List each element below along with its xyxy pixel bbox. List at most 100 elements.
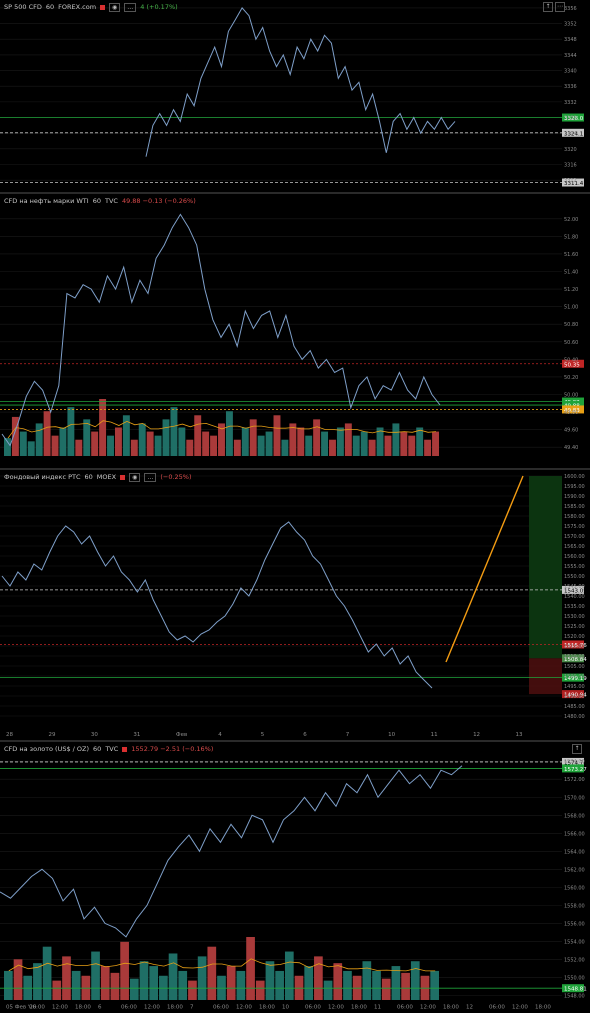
y-tick-label: 1525.00 [564, 624, 585, 630]
volume-bar [323, 980, 333, 1000]
volume-bar [99, 399, 107, 456]
gold-chart-panel[interactable]: 1574.74 1573.27 1548.81 1574.00 1572.00 1570.… [0, 742, 590, 1013]
x-tick-label: 11 [431, 732, 438, 738]
y-tick-label: 3344 [564, 53, 577, 59]
volume-bar [67, 407, 75, 456]
volume-bar [241, 427, 249, 456]
rts-interval[interactable]: 60 [85, 473, 93, 481]
rts-source: MOEX [96, 473, 117, 481]
more-icon[interactable]: … [144, 472, 157, 482]
y-tick-label: 51.40 [564, 270, 578, 276]
gold-panel-controls: ↑ [572, 744, 582, 754]
flag-icon[interactable] [100, 4, 106, 10]
y-tick-label: 3348 [564, 37, 577, 43]
volume-bar [275, 970, 284, 1000]
volume-bar [154, 435, 162, 456]
volume-bar [210, 435, 218, 456]
y-tick-label: 1600.00 [564, 474, 585, 480]
y-tick-label: 50.40 [564, 357, 578, 363]
volume-bar [392, 423, 400, 456]
x-tick-label: 4 [218, 732, 222, 738]
volume-bar [313, 419, 321, 456]
gold-interval[interactable]: 60 [93, 745, 101, 753]
x-tick-label: 12:00 [420, 1005, 436, 1011]
volume-bar [130, 439, 138, 456]
volume-bar [52, 980, 62, 1000]
volume-bar [4, 970, 13, 1000]
volume-bar [329, 439, 336, 456]
wti-interval[interactable]: 60 [93, 197, 101, 205]
volume-bar [368, 439, 376, 456]
y-tick-label: 1520.00 [564, 634, 585, 640]
wti-chart[interactable]: 50.3549.9249.8849.8352.0051.8051.6051.40… [0, 194, 590, 468]
wti-symbol[interactable]: CFD на нефть марки WTI [4, 197, 89, 205]
volume-bar [289, 423, 297, 456]
sp500-panel-controls: ↑ ⋯ [543, 2, 565, 12]
x-tick-label: 31 [133, 732, 140, 738]
volume-bar [62, 956, 71, 1000]
y-tick-label: 50.60 [564, 340, 578, 346]
rts-symbol[interactable]: Фондовый индекс РТС [4, 473, 81, 481]
volume-ma-line [8, 958, 436, 972]
x-tick-label: 06:00 [213, 1005, 229, 1011]
gold-chart[interactable]: 1574.741573.271548.811574.001572.001570.… [0, 742, 590, 1013]
y-tick-label: 3356 [564, 6, 577, 12]
x-tick-label: 7 [190, 1005, 194, 1011]
price-line [1, 521, 433, 689]
sp500-symbol[interactable]: SP 500 CFD [4, 3, 42, 11]
flag-icon[interactable] [122, 746, 128, 752]
y-tick-label: 1510.00 [564, 654, 585, 660]
x-tick-label: 13 [516, 732, 523, 738]
wti-chart-panel[interactable]: 50.3549.9249.8849.8352.0051.8051.6051.40… [0, 194, 590, 468]
y-tick-label: 1564.00 [564, 849, 585, 855]
y-tick-label: 1570.00 [564, 534, 585, 540]
volume-bar [27, 441, 35, 456]
y-tick-label: 51.00 [564, 305, 578, 311]
wti-header: CFD на нефть марки WTI 60 TVC 49.88 −0.1… [4, 196, 196, 206]
volume-bar [343, 970, 352, 1000]
x-tick-label: 06:00 [489, 1005, 505, 1011]
volume-bar [305, 435, 313, 456]
maximize-icon[interactable]: ↑ [572, 744, 582, 754]
volume-bar [297, 427, 305, 456]
y-tick-label: 1570.00 [564, 795, 585, 801]
y-tick-label: 1560.00 [564, 885, 585, 891]
y-tick-label: 3316 [564, 163, 577, 169]
gold-header: CFD на золото (US$ / OZ) 60 TVC 1552.79 … [4, 744, 213, 754]
y-tick-label: 1580.00 [564, 514, 585, 520]
volume-bar [129, 978, 139, 1000]
eye-icon[interactable]: ◉ [129, 472, 141, 482]
volume-bar [257, 435, 265, 456]
eye-icon[interactable]: ◉ [109, 2, 121, 12]
x-tick-label: 6 [98, 1005, 102, 1011]
y-tick-label: 49.80 [564, 410, 578, 416]
sp500-interval[interactable]: 60 [46, 3, 54, 11]
x-tick-label: 18:00 [259, 1005, 275, 1011]
volume-bar [391, 966, 401, 1000]
volume-bar [168, 953, 178, 1000]
y-tick-label: 1490.00 [564, 694, 585, 700]
rts-chart-panel[interactable]: 1543.05 1515.76 1499.19 1508.84 1490.94 1600.… [0, 470, 590, 740]
volume-bar [146, 431, 154, 456]
more-icon[interactable]: … [124, 2, 137, 12]
more-icon[interactable]: ⋯ [555, 2, 565, 12]
sp500-chart[interactable]: 3328.03324.13311.43356335233483344334033… [0, 0, 590, 192]
sp500-change: 4 (+0.17%) [140, 3, 178, 11]
y-tick-label: 1568.00 [564, 813, 585, 819]
y-tick-label: 1480.00 [564, 714, 585, 720]
rts-chart[interactable]: 1543.051515.761499.191508.841490.941600.… [0, 470, 590, 740]
x-tick-label: 12 [466, 1005, 473, 1011]
x-tick-label: 18:00 [535, 1005, 551, 1011]
x-tick-label: 29 [48, 732, 55, 738]
volume-bar [170, 407, 178, 456]
volume-bar [344, 423, 352, 456]
volume-bar [336, 427, 344, 456]
gold-symbol[interactable]: CFD на золото (US$ / OZ) [4, 745, 89, 753]
y-tick-label: 1535.00 [564, 604, 585, 610]
maximize-icon[interactable]: ↑ [543, 2, 553, 12]
flag-icon[interactable] [120, 474, 126, 480]
volume-bar [75, 439, 83, 456]
x-tick-label: 06:00 [29, 1005, 45, 1011]
volume-bar [384, 435, 392, 456]
sp500-chart-panel[interactable]: 3328.0 3324.1 3311.4 3356 3352 3348 3344 3340 33… [0, 0, 590, 192]
